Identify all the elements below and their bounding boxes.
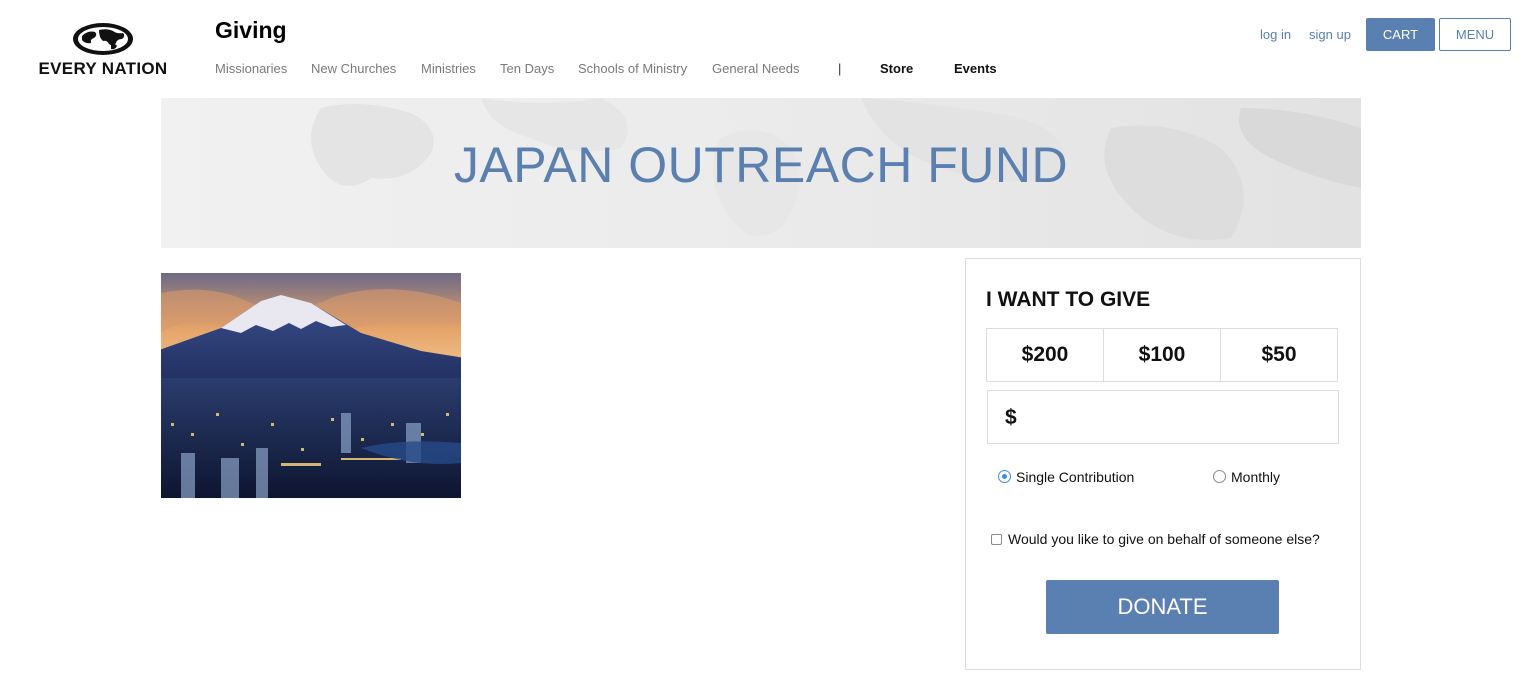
- custom-amount-input[interactable]: [1030, 399, 1330, 435]
- nav-general-needs[interactable]: General Needs: [712, 61, 799, 76]
- custom-amount-field: $: [987, 390, 1339, 444]
- japan-photo: [161, 273, 461, 498]
- behalf-checkbox[interactable]: [991, 534, 1002, 545]
- behalf-label: Would you like to give on behalf of some…: [1008, 531, 1320, 547]
- logo-text: EVERY NATION: [38, 59, 168, 78]
- mount-fuji-city-photo-icon: [161, 273, 461, 498]
- every-nation-logo[interactable]: EVERY NATION: [18, 22, 188, 78]
- give-heading: I WANT TO GIVE: [986, 288, 1151, 311]
- nav-events[interactable]: Events: [954, 61, 997, 76]
- site-title: Giving: [215, 17, 287, 43]
- fund-title: JAPAN OUTREACH FUND: [453, 137, 1069, 193]
- single-contribution-label: Single Contribution: [1016, 469, 1135, 485]
- page: EVERY NATION Giving Missionaries New Chu…: [0, 0, 1522, 685]
- monthly-radio[interactable]: [1213, 470, 1226, 483]
- amount-200-button[interactable]: $200: [987, 329, 1104, 381]
- menu-button[interactable]: MENU: [1439, 18, 1511, 51]
- nav-ten-days[interactable]: Ten Days: [500, 61, 554, 76]
- single-contribution-radio[interactable]: [998, 470, 1011, 483]
- amount-50-button[interactable]: $50: [1221, 329, 1337, 381]
- donate-button[interactable]: DONATE: [1046, 580, 1279, 634]
- nav-ministries[interactable]: Ministries: [421, 61, 476, 76]
- fund-banner: JAPAN OUTREACH FUND: [161, 98, 1361, 248]
- amount-100-button[interactable]: $100: [1104, 329, 1221, 381]
- cart-button[interactable]: CART: [1366, 18, 1435, 51]
- nav-new-churches[interactable]: New Churches: [311, 61, 396, 76]
- nav-schools-of-ministry[interactable]: Schools of Ministry: [578, 61, 687, 76]
- login-link[interactable]: log in: [1260, 27, 1291, 42]
- monthly-label: Monthly: [1231, 469, 1281, 485]
- currency-sign: $: [1005, 406, 1017, 429]
- signup-link[interactable]: sign up: [1309, 27, 1351, 42]
- give-panel: I WANT TO GIVE $200 $100 $50 $ Single Co…: [965, 258, 1361, 670]
- globe-icon: [73, 23, 133, 55]
- nav-store[interactable]: Store: [880, 61, 913, 76]
- nav-separator: |: [838, 61, 842, 76]
- preset-amounts: $200 $100 $50: [986, 328, 1338, 382]
- nav-missionaries[interactable]: Missionaries: [215, 61, 287, 76]
